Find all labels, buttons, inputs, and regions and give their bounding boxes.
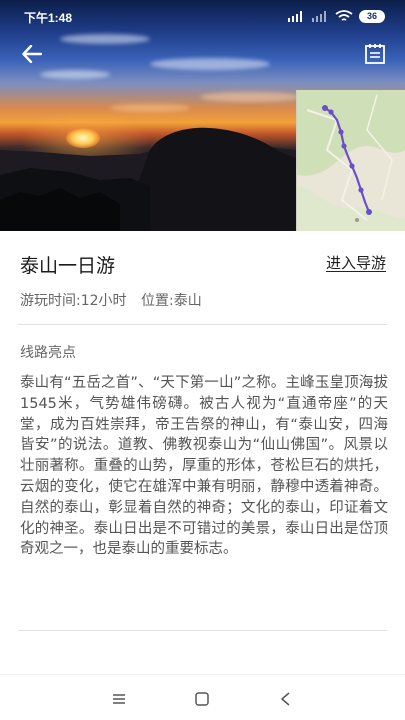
signal-2-icon [312, 11, 326, 22]
highlights-description: 泰山有“五岳之首”、“天下第一山”之称。主峰玉皇顶海拔1545米，气势雄伟磅礴。… [20, 375, 388, 558]
system-nav-bar [0, 674, 405, 720]
highlights-section-title: 线路亮点 [20, 345, 76, 361]
status-bar: 下午1:48 36 [0, 0, 405, 32]
enter-guide-link[interactable]: 进入导游 [326, 252, 386, 273]
battery-icon: 36 [359, 9, 385, 23]
home-nav-button[interactable] [190, 687, 214, 711]
route-title: 泰山一日游 [20, 255, 116, 277]
arrow-left-icon [22, 45, 42, 63]
back-button[interactable] [18, 40, 46, 68]
divider [18, 630, 387, 631]
triangle-back-icon [281, 692, 290, 706]
signal-icon [288, 11, 302, 22]
back-nav-button[interactable] [274, 687, 298, 711]
location-label: 位置:泰山 [140, 293, 202, 309]
screen: 下午1:48 36 泰山一日游 进入导游 游玩时间:12小时 位置:泰山 线路亮… [0, 0, 405, 720]
menu-icon [113, 694, 125, 704]
menu-nav-button[interactable] [107, 687, 131, 711]
status-time: 下午1:48 [24, 11, 73, 25]
route-map [297, 90, 405, 231]
square-home-icon [195, 692, 209, 706]
notes-button[interactable] [361, 40, 389, 68]
play-duration: 游玩时间:12小时 [20, 293, 127, 309]
notebook-icon [365, 44, 385, 64]
route-meta: 游玩时间:12小时 位置:泰山 [20, 290, 212, 310]
route-map-thumbnail[interactable] [296, 90, 405, 231]
route-title-row: 泰山一日游 进入导游 [20, 248, 386, 278]
status-icons: 36 [287, 9, 385, 23]
divider [18, 324, 387, 325]
wifi-icon [335, 9, 353, 21]
